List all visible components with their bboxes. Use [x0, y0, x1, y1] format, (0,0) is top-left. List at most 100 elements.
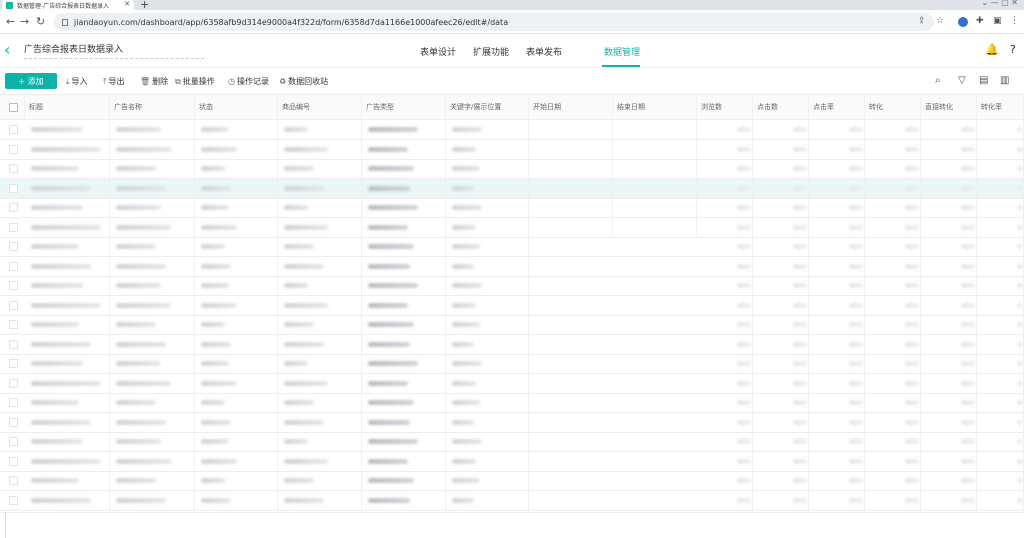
table-cell[interactable] [362, 198, 446, 217]
table-cell[interactable] [977, 393, 1024, 412]
table-cell[interactable] [613, 315, 697, 334]
filter-icon[interactable]: ▽ [958, 75, 966, 86]
table-cell[interactable] [362, 276, 446, 295]
column-header[interactable]: 状态 [195, 95, 278, 119]
table-cell[interactable] [110, 315, 195, 334]
table-cell[interactable] [110, 432, 195, 451]
table-cell[interactable] [921, 315, 977, 334]
table-cell[interactable] [110, 334, 195, 354]
table-cell[interactable] [529, 491, 613, 510]
table-cell[interactable] [110, 139, 195, 159]
table-cell[interactable] [865, 412, 921, 432]
table-cell[interactable] [529, 432, 613, 451]
table-cell[interactable] [25, 295, 110, 315]
table-cell[interactable] [753, 451, 809, 471]
table-cell[interactable] [529, 315, 613, 334]
table-cell[interactable] [977, 373, 1024, 393]
table-cell[interactable] [977, 237, 1024, 256]
table-cell[interactable] [529, 471, 613, 490]
table-cell[interactable] [362, 217, 446, 237]
table-cell[interactable] [865, 237, 921, 256]
table-cell[interactable] [529, 178, 613, 198]
row-checkbox[interactable] [9, 144, 18, 154]
row-checkbox[interactable] [9, 222, 18, 232]
column-header[interactable]: 开始日期 [529, 95, 613, 119]
table-cell[interactable] [278, 354, 362, 373]
table-cell[interactable] [921, 276, 977, 295]
table-cell[interactable] [809, 334, 865, 354]
table-cell[interactable] [446, 490, 529, 510]
table-cell[interactable] [697, 256, 753, 276]
table-cell[interactable] [25, 412, 110, 432]
table-cell[interactable] [697, 490, 753, 510]
table-cell[interactable] [446, 237, 529, 256]
table-cell[interactable] [753, 334, 809, 354]
table-cell[interactable] [921, 393, 977, 412]
table-cell[interactable] [25, 334, 110, 354]
table-cell[interactable] [613, 120, 697, 139]
column-header[interactable]: 点击率 [809, 95, 865, 119]
table-cell[interactable] [865, 471, 921, 490]
table-cell[interactable] [25, 373, 110, 393]
address-bar[interactable]: jiandaoyun.com/dashboard/app/6358afb9d31… [54, 13, 934, 31]
table-cell[interactable] [809, 217, 865, 237]
table-cell[interactable] [110, 276, 195, 295]
tab-form-publish[interactable]: 表单发布 [526, 45, 562, 58]
table-cell[interactable] [110, 295, 195, 315]
table-cell[interactable] [809, 178, 865, 198]
print-icon[interactable]: ▥ [1000, 75, 1009, 86]
forward-arrow-icon[interactable]: → [20, 15, 29, 28]
table-cell[interactable] [865, 139, 921, 159]
table-cell[interactable] [529, 120, 613, 139]
table-cell[interactable] [865, 354, 921, 373]
table-cell[interactable] [446, 373, 529, 393]
table-cell[interactable] [446, 412, 529, 432]
table-cell[interactable] [25, 198, 110, 217]
table-cell[interactable] [25, 217, 110, 237]
table-cell[interactable] [613, 139, 697, 159]
column-header[interactable]: 广告名称 [110, 95, 195, 119]
table-cell[interactable] [921, 237, 977, 256]
row-checkbox[interactable] [9, 456, 18, 466]
table-cell[interactable] [613, 354, 697, 373]
help-icon[interactable]: ? [1010, 43, 1016, 56]
table-row[interactable] [0, 432, 1024, 452]
table-cell[interactable] [697, 139, 753, 159]
table-cell[interactable] [446, 256, 529, 276]
table-cell[interactable] [25, 354, 110, 373]
table-cell[interactable] [809, 490, 865, 510]
table-cell[interactable] [613, 159, 697, 178]
table-cell[interactable] [977, 451, 1024, 471]
batch-operation-button[interactable]: ⧉ 批量操作 [175, 76, 215, 87]
column-header[interactable]: 商品编号 [278, 95, 362, 119]
table-cell[interactable] [446, 139, 529, 159]
table-cell[interactable] [195, 354, 278, 373]
table-cell[interactable] [613, 413, 697, 432]
table-cell[interactable] [921, 432, 977, 451]
row-checkbox[interactable] [9, 359, 18, 368]
table-cell[interactable] [697, 159, 753, 178]
table-cell[interactable] [195, 373, 278, 393]
table-cell[interactable] [921, 373, 977, 393]
table-cell[interactable] [809, 373, 865, 393]
table-cell[interactable] [278, 198, 362, 217]
table-cell[interactable] [753, 471, 809, 490]
table-cell[interactable] [865, 432, 921, 451]
table-cell[interactable] [362, 256, 446, 276]
table-cell[interactable] [529, 217, 613, 237]
table-cell[interactable] [921, 159, 977, 178]
table-cell[interactable] [753, 393, 809, 412]
table-cell[interactable] [865, 217, 921, 237]
table-cell[interactable] [921, 198, 977, 217]
recycle-bin-button[interactable]: ♻ 数据回收站 [279, 76, 328, 87]
column-header[interactable]: 标题 [25, 95, 110, 119]
table-cell[interactable] [110, 354, 195, 373]
export-button[interactable]: ⤒ 导出 [103, 76, 125, 87]
table-cell[interactable] [921, 412, 977, 432]
table-cell[interactable] [809, 139, 865, 159]
table-cell[interactable] [865, 159, 921, 178]
row-checkbox[interactable] [9, 378, 18, 388]
column-header[interactable]: 结束日期 [613, 95, 697, 119]
table-cell[interactable] [977, 295, 1024, 315]
table-row[interactable] [0, 237, 1024, 257]
